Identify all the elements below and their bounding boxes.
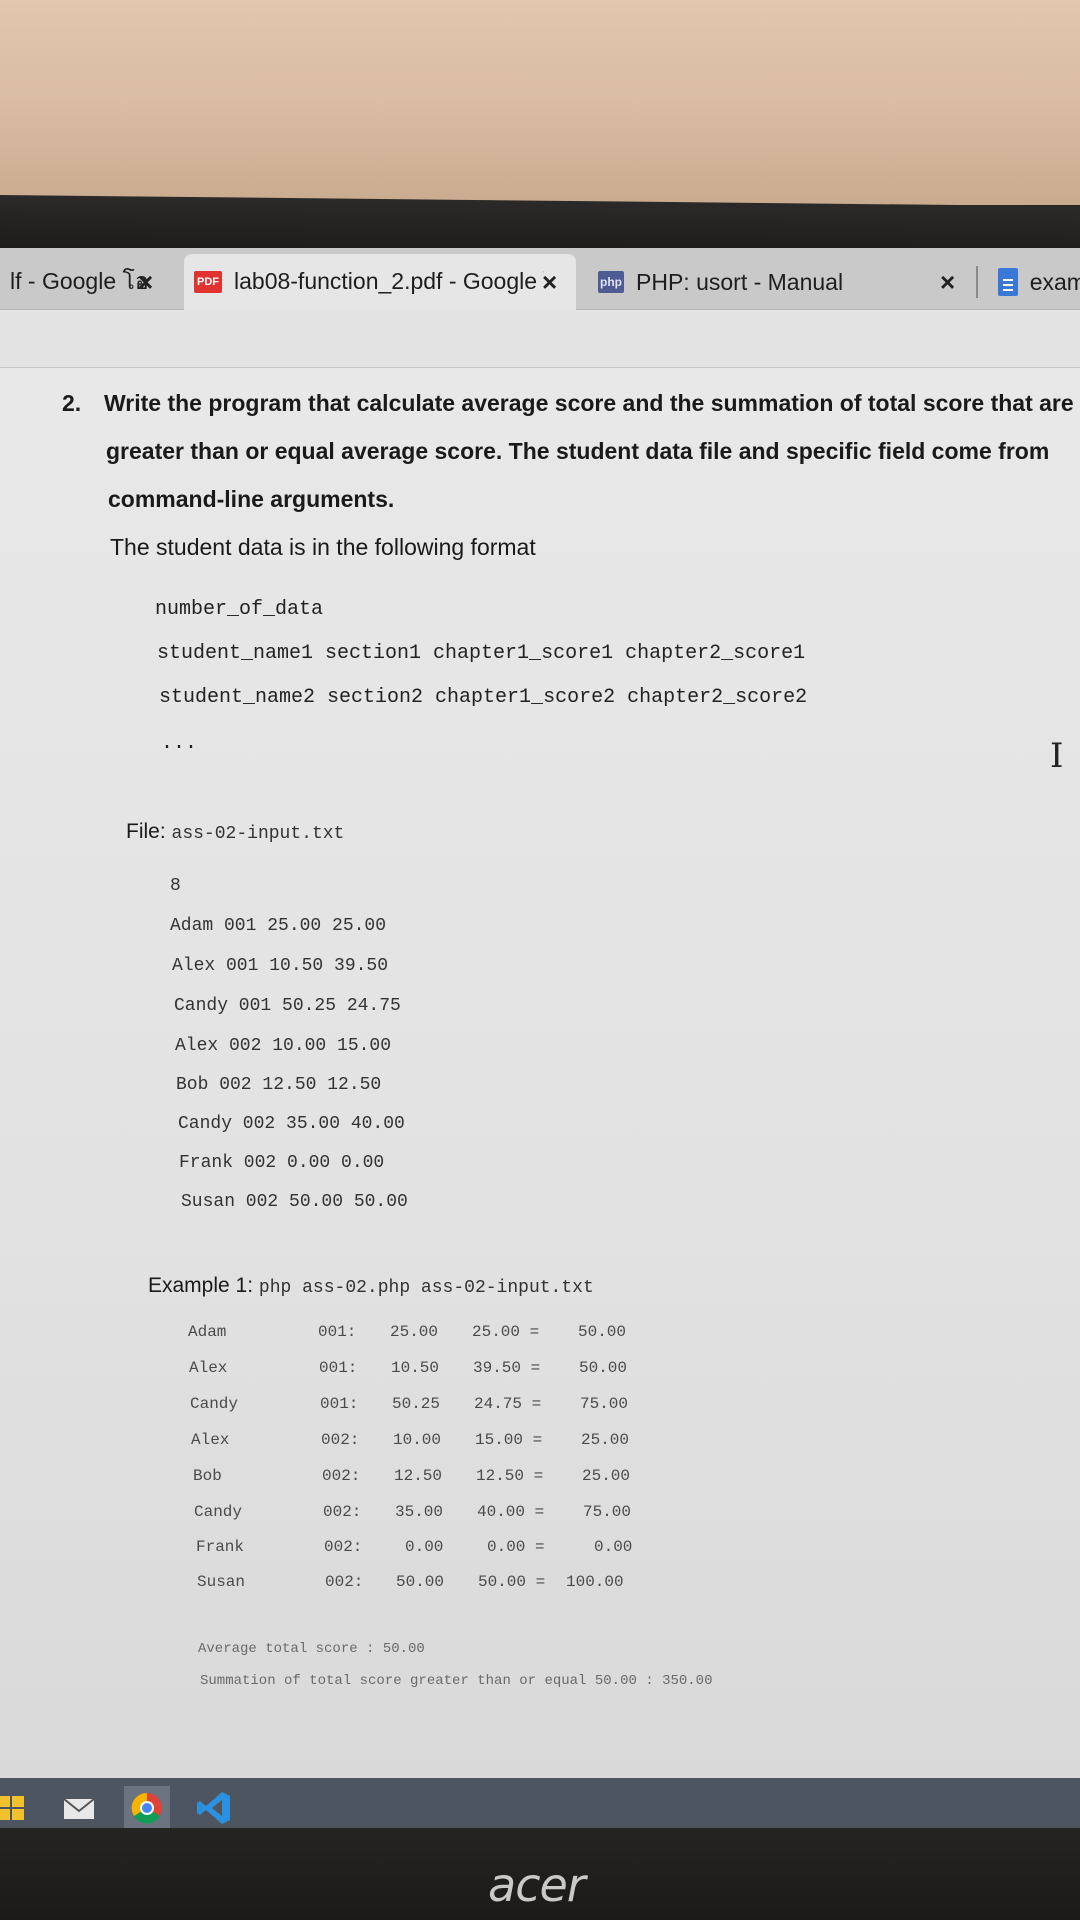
section-cell: 001: [318, 1323, 357, 1341]
file-line: Adam 001 25.00 25.00 [170, 916, 387, 936]
example-label-line: Example 1: php ass-02.php ass-02-input.t… [148, 1274, 594, 1298]
name-cell: Frank [196, 1538, 245, 1556]
vscode-icon[interactable] [192, 1786, 238, 1828]
average-line: Average total score : 50.00 [198, 1641, 425, 1657]
total-cell: 50.00 [578, 1323, 627, 1341]
close-icon[interactable]: × [542, 267, 557, 298]
name-cell: Alex [191, 1431, 230, 1449]
score1-cell: 50.00 [396, 1573, 445, 1591]
total-cell: 0.00 [594, 1538, 633, 1556]
screen: lf - Google โอ × PDF lab08-function_2.pd… [0, 248, 1080, 1828]
tab-bar: lf - Google โอ × PDF lab08-function_2.pd… [0, 248, 1080, 310]
format-line: student_name2 section2 chapter1_score2 c… [159, 686, 808, 709]
example-command: php ass-02.php ass-02-input.txt [258, 1278, 594, 1298]
example-label: Example 1: [148, 1274, 254, 1297]
file-line: Frank 002 0.00 0.00 [179, 1153, 385, 1173]
php-icon: php [598, 271, 624, 293]
summation-line: Summation of total score greater than or… [200, 1673, 713, 1689]
tab-exam[interactable]: exam [988, 254, 1080, 310]
score2-cell: 39.50 = [473, 1359, 541, 1377]
file-label-line: File: ass-02-input.txt [126, 820, 344, 844]
total-cell: 100.00 [566, 1573, 624, 1591]
file-line: Candy 002 35.00 40.00 [178, 1114, 405, 1134]
format-intro: The student data is in the following for… [110, 534, 536, 560]
close-icon[interactable]: × [138, 267, 153, 298]
score2-cell: 0.00 = [487, 1538, 545, 1556]
total-cell: 25.00 [582, 1467, 631, 1485]
section-cell: 002: [323, 1503, 362, 1521]
mail-icon[interactable] [56, 1786, 102, 1828]
score2-cell: 40.00 = [477, 1503, 545, 1521]
score1-cell: 0.00 [405, 1538, 444, 1556]
tab-title: exam [1029, 268, 1080, 295]
score1-cell: 10.00 [393, 1431, 442, 1449]
close-icon[interactable]: × [940, 267, 955, 298]
total-cell: 25.00 [581, 1431, 630, 1449]
score2-cell: 15.00 = [475, 1431, 543, 1449]
name-cell: Candy [194, 1503, 243, 1521]
background-wall [0, 0, 1080, 205]
tab-title: lab08-function_2.pdf - Google โอ [234, 268, 544, 294]
score2-cell: 50.00 = [478, 1573, 546, 1591]
total-cell: 75.00 [580, 1395, 629, 1413]
browser-toolbar [0, 310, 1080, 368]
section-cell: 002: [324, 1538, 363, 1556]
name-cell: Candy [190, 1395, 239, 1413]
text-cursor-icon: I [1050, 736, 1064, 776]
tab-google-doc[interactable]: lf - Google โอ × [0, 254, 172, 310]
file-line: Candy 001 50.25 24.75 [174, 996, 401, 1016]
file-line: Alex 002 10.00 15.00 [175, 1036, 392, 1056]
tab-php-usort[interactable]: php PHP: usort - Manual × [588, 254, 974, 310]
chrome-icon[interactable] [124, 1786, 170, 1828]
total-cell: 75.00 [583, 1503, 632, 1521]
file-name: ass-02-input.txt [171, 824, 345, 844]
question-number: 2. [62, 390, 82, 416]
tab-title: lf - Google โอ [10, 268, 149, 294]
file-line: Bob 002 12.50 12.50 [176, 1075, 382, 1095]
question-line: Write the program that calculate average… [104, 390, 1074, 416]
score2-cell: 12.50 = [476, 1467, 544, 1485]
section-cell: 002: [321, 1431, 360, 1449]
question-line: greater than or equal average score. The… [106, 438, 1050, 464]
pdf-icon: PDF [194, 271, 222, 293]
name-cell: Adam [188, 1323, 227, 1341]
monitor-brand-logo: acer [488, 1858, 586, 1912]
section-cell: 002: [322, 1467, 361, 1485]
format-line: number_of_data [155, 598, 324, 621]
section-cell: 002: [325, 1573, 364, 1591]
section-cell: 001: [320, 1395, 359, 1413]
score2-cell: 25.00 = [472, 1323, 540, 1341]
file-line: 8 [170, 876, 181, 896]
taskbar [0, 1778, 1080, 1828]
file-line: Susan 002 50.00 50.00 [181, 1192, 408, 1212]
tab-title: PHP: usort - Manual [636, 268, 844, 295]
format-line: ... [161, 732, 198, 755]
score1-cell: 35.00 [395, 1503, 444, 1521]
section-cell: 001: [319, 1359, 358, 1377]
score1-cell: 10.50 [391, 1359, 440, 1377]
tab-separator [976, 266, 978, 298]
question-line: command-line arguments. [108, 486, 395, 512]
windows-icon[interactable] [0, 1786, 38, 1828]
document-icon [998, 268, 1018, 296]
file-line: Alex 001 10.50 39.50 [172, 956, 389, 976]
name-cell: Alex [189, 1359, 228, 1377]
score1-cell: 25.00 [390, 1323, 439, 1341]
total-cell: 50.00 [579, 1359, 628, 1377]
format-line: student_name1 section1 chapter1_score1 c… [157, 642, 806, 665]
tab-lab08-pdf[interactable]: PDF lab08-function_2.pdf - Google โอ × [184, 254, 576, 310]
name-cell: Bob [193, 1467, 222, 1485]
file-label: File: [126, 820, 166, 843]
score1-cell: 50.25 [392, 1395, 441, 1413]
name-cell: Susan [197, 1573, 246, 1591]
score2-cell: 24.75 = [474, 1395, 542, 1413]
score1-cell: 12.50 [394, 1467, 443, 1485]
